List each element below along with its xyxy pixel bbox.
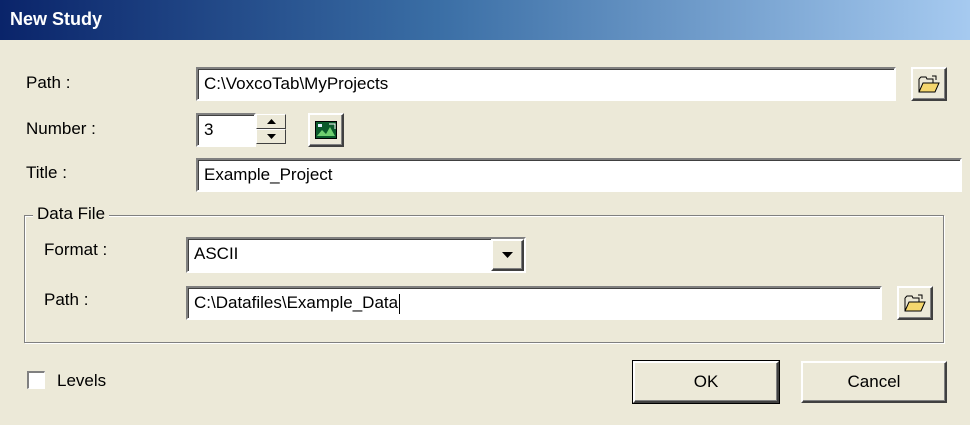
cancel-button-label: Cancel	[847, 372, 901, 391]
data-path-value: C:\Datafiles\Example_Data	[194, 293, 399, 312]
spin-up-button[interactable]	[256, 114, 286, 129]
ok-button[interactable]: OK	[632, 360, 780, 404]
image-picker-icon	[315, 121, 337, 139]
window-title: New Study	[10, 9, 103, 29]
triangle-down-icon	[502, 252, 513, 258]
study-path-input[interactable]: C:\VoxcoTab\MyProjects	[196, 67, 896, 101]
number-spinner[interactable]	[256, 114, 286, 144]
levels-checkbox[interactable]	[27, 371, 45, 389]
spin-down-button[interactable]	[256, 129, 286, 144]
levels-label: Levels	[57, 371, 107, 390]
title-value: Example_Project	[204, 165, 333, 184]
arrow-up-icon	[266, 119, 276, 124]
title-input[interactable]: Example_Project	[196, 158, 962, 192]
data-file-group-label: Data File	[33, 204, 110, 224]
data-path-label: Path :	[44, 290, 89, 309]
arrow-down-icon	[266, 134, 276, 139]
number-input[interactable]: 3	[196, 113, 256, 147]
data-path-input[interactable]: C:\Datafiles\Example_Data	[186, 286, 882, 320]
format-label: Format :	[44, 240, 108, 259]
browse-study-path-button[interactable]	[911, 67, 947, 101]
format-dropdown-button[interactable]	[491, 239, 524, 271]
format-select[interactable]: ASCII	[186, 237, 526, 273]
folder-open-icon	[904, 294, 926, 312]
format-value: ASCII	[194, 244, 239, 263]
browse-data-path-button[interactable]	[897, 286, 933, 320]
data-file-group	[24, 215, 944, 343]
folder-open-icon	[918, 75, 940, 93]
study-path-label: Path :	[26, 73, 71, 92]
cancel-button[interactable]: Cancel	[801, 361, 947, 403]
study-path-value: C:\VoxcoTab\MyProjects	[204, 74, 389, 93]
text-caret	[399, 293, 401, 314]
number-label: Number :	[26, 119, 96, 138]
number-picker-button[interactable]	[308, 113, 344, 147]
number-value: 3	[204, 120, 214, 139]
ok-button-label: OK	[693, 372, 719, 391]
title-bar: New Study	[0, 0, 970, 40]
title-label: Title :	[26, 163, 67, 182]
